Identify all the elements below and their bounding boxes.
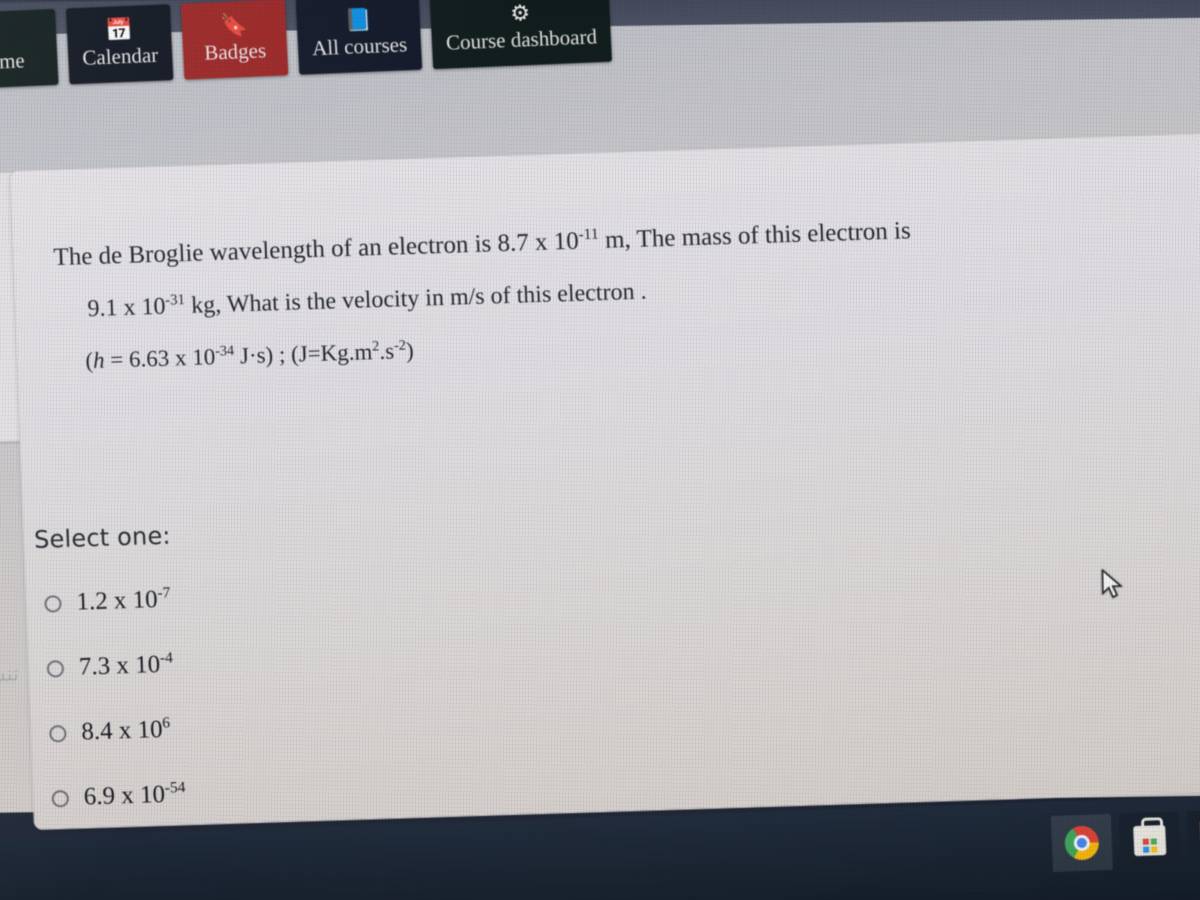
browser-page: mester 20201 / Inorganic 🏠 Site home 📅 C… [0,0,1200,831]
mouse-cursor [1101,568,1123,599]
answer-option-2[interactable]: 7.3 x 10-4 [46,643,181,689]
answer-option-4[interactable]: 6.9 x 10-54 [51,773,186,819]
select-one-label: Select one: [33,521,172,554]
question-text: The de Broglie wavelength of an electron… [53,193,1200,388]
radio-button-option-1[interactable] [44,594,62,613]
chrome-icon [1064,825,1100,861]
answer-option-1-exponent: -7 [157,584,171,602]
answer-option-3-exponent: 6 [161,714,171,732]
taskbar-apps [1050,809,1200,872]
bookmark-icon: 🔖 [219,11,249,39]
question-line-1b: m, The mass of this electron is [598,217,912,255]
screen-content: mester 20201 / Inorganic 🏠 Site home 📅 C… [0,0,1200,900]
store-icon [1133,825,1167,857]
nav-tile-badges[interactable]: 🔖 Badges [180,0,289,80]
question-line-3-exponent: -34 [214,342,235,360]
nav-tile-course-dashboard-label: Course dashboard [445,24,598,55]
answer-option-3[interactable]: 8.4 x 106 [49,708,184,754]
answer-option-3-label: 8.4 x 106 [80,714,171,747]
nav-tile-site-home[interactable]: 🏠 Site home [0,8,59,92]
question-line-2-exponent: -31 [164,292,186,309]
calendar-icon: 📅 [104,16,134,43]
taskbar-item-explorer[interactable] [1186,809,1200,868]
answer-option-3-mantissa: 8.4 x 10 [80,716,164,746]
question-line-3d: .s [378,338,395,364]
watermark-line-1: ows تنشيط [0,661,20,688]
question-line-2b: kg, What is the velocity in m/s of this … [184,278,647,320]
answer-option-4-exponent: -54 [164,778,186,797]
screen-photo: mester 20201 / Inorganic 🏠 Site home 📅 C… [0,0,1200,900]
answer-option-4-label: 6.9 x 10-54 [83,778,186,811]
answer-option-1-label: 1.2 x 10-7 [75,584,171,617]
question-line-2a: 9.1 x 10 [86,293,166,323]
nav-tile-all-courses[interactable]: 📘 All courses [295,0,423,75]
question-line-3e: ) [405,337,415,364]
book-icon: 📘 [344,6,373,33]
watermark-line-2: الإعداد [0,689,20,714]
question-line-1a: The de Broglie wavelength of an electron… [53,227,580,272]
answer-option-1-mantissa: 1.2 x 10 [75,586,159,616]
nav-tile-calendar-label: Calendar [81,42,159,70]
nav-tile-site-home-label: Site home [0,48,26,76]
question-line-3-exponent-3: -2 [393,337,407,354]
answer-option-2-label: 7.3 x 10-4 [78,649,174,682]
radio-button-option-3[interactable] [49,724,67,743]
nav-tile-course-dashboard[interactable]: ⚙ Course dashboard [429,0,613,70]
question-line-3b: = 6.63 x 10 [104,344,216,373]
radio-button-option-4[interactable] [51,789,70,808]
answer-options-list: 1.2 x 10-7 7.3 x 10-4 8.4 x 106 6.9 x 10… [44,578,188,842]
radio-button-option-2[interactable] [46,659,65,678]
question-line-3c: J·s) ; (J=Kg.m [233,339,373,369]
answer-option-2-mantissa: 7.3 x 10 [78,651,161,681]
taskbar-item-store[interactable] [1118,811,1181,870]
nav-tile-badges-label: Badges [203,38,267,65]
answer-option-2-exponent: -4 [159,649,174,667]
course-nav-tiles: 🏠 Site home 📅 Calendar 🔖 Badges 📘 All co… [0,0,613,92]
store-icon-svg [1142,838,1158,853]
answer-option-1[interactable]: 1.2 x 10-7 [44,578,179,624]
taskbar-item-chrome[interactable] [1050,813,1113,872]
nav-tile-calendar[interactable]: 📅 Calendar [65,4,174,85]
nav-tile-all-courses-label: All courses [311,32,408,61]
answer-option-4-mantissa: 6.9 x 10 [83,780,166,811]
windows-activation-watermark: ows تنشيط الإعداد [0,661,20,714]
question-line-1-exponent: -11 [578,225,599,244]
quiz-question-box: The de Broglie wavelength of an electron… [9,129,1200,831]
